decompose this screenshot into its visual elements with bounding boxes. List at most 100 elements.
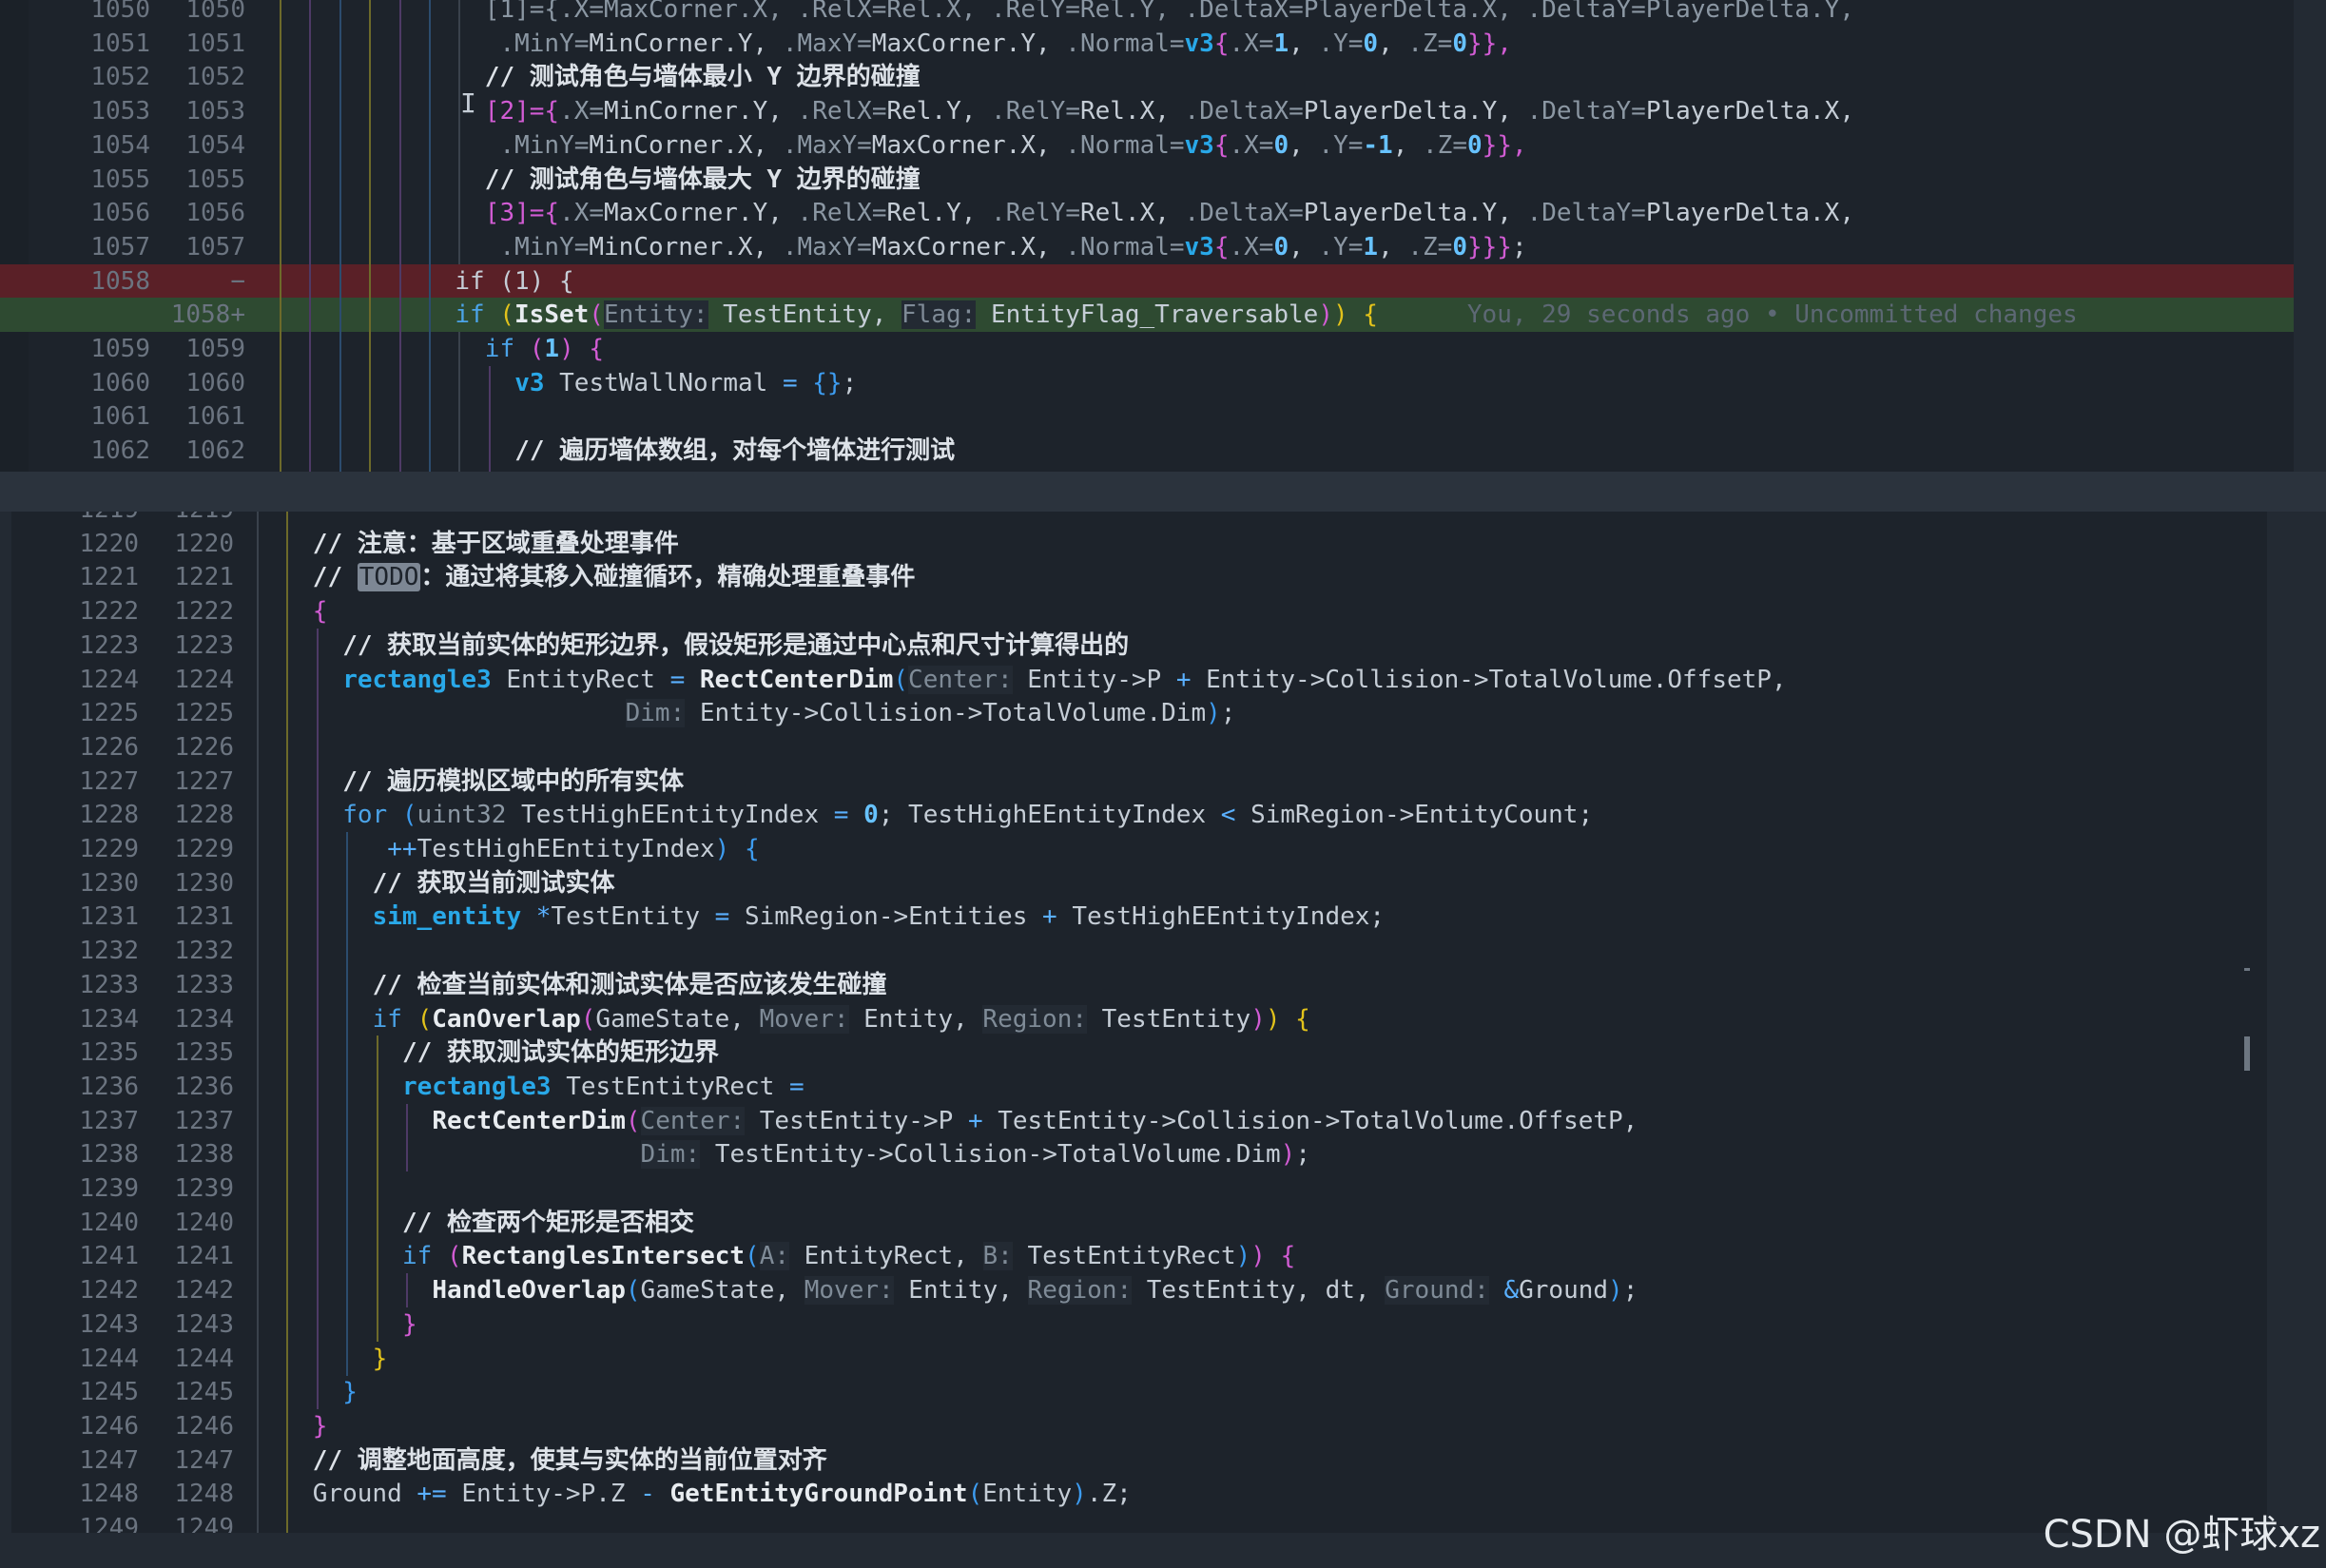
code-line[interactable]: 1062 1062 // 遍历墙体数组，对每个墙体进行测试 [0, 434, 2294, 469]
code-line[interactable]: 1223 1223 // 获取当前实体的矩形边界，假设矩形是通过中心点和尺寸计算得出… [11, 628, 2267, 663]
code-line[interactable]: 1225 1225 Dim: Entity->Collision->TotalVo… [11, 696, 2267, 731]
code-text[interactable]: { [313, 594, 328, 629]
code-line[interactable]: 1243 1243} [11, 1307, 2267, 1342]
code-text[interactable]: } [342, 1375, 358, 1409]
indent-guide [398, 26, 401, 61]
code-text[interactable]: if (IsSet(Entity: TestEntity, Flag: Enti… [455, 298, 2078, 332]
code-text[interactable]: rectangle3 TestEntityRect = [402, 1070, 804, 1104]
code-text[interactable]: // 遍历模拟区域中的所有实体 [342, 765, 684, 799]
code-text[interactable]: } [402, 1307, 417, 1342]
code-text[interactable]: Ground += Entity->P.Z - GetEntityGroundP… [313, 1477, 1132, 1511]
code-text[interactable]: rectangle3 EntityRect = RectCenterDim(Ce… [342, 663, 1787, 697]
code-line[interactable]: 1052 1052 // 测试角色与墙体最小 Y 边界的碰撞 [0, 60, 2294, 95]
code-text[interactable]: } [313, 1409, 328, 1443]
code-line[interactable]: 1230 1230 // 获取当前测试实体 [11, 865, 2267, 900]
code-line[interactable]: 1229 1229 ++TestHighEEntityIndex) { [11, 832, 2267, 866]
code-text[interactable]: // 注意：基于区域重叠处理事件 [313, 527, 679, 561]
bottom-diff-pane[interactable]: 1219121912201220// 注意：基于区域重叠处理事件12211221… [11, 512, 2267, 1533]
code-line[interactable]: 1238 1238 Dim: TestEntity->Collision->Tot… [11, 1137, 2267, 1172]
code-token: Entity->Collision->TotalVolume.OffsetP, [1191, 665, 1787, 694]
code-text[interactable]: Dim: Entity->Collision->TotalVolume.Dim)… [342, 696, 1235, 730]
code-line[interactable]: 1248 1248 Ground += Entity->P.Z - GetEntit… [11, 1477, 2267, 1512]
code-text[interactable]: // 调整地面高度，使其与实体的当前位置对齐 [313, 1443, 827, 1478]
code-text[interactable]: if (1) { [485, 332, 604, 366]
code-text[interactable]: sim_entity *TestEntity = SimRegion->Enti… [373, 900, 1385, 934]
code-text[interactable]: // 检查两个矩形是否相交 [402, 1206, 694, 1240]
code-line[interactable]: 1247 1247 // 调整地面高度，使其与实体的当前位置对齐 [11, 1442, 2267, 1478]
added-line[interactable]: 1058+ if (IsSet(Entity: TestEntity, Flag:… [0, 298, 2294, 333]
code-token: ( [967, 1480, 983, 1509]
code-text[interactable]: // 遍历墙体数组，对每个墙体进行测试 [514, 434, 955, 468]
code-line[interactable]: 1242 1242 HandleOverlap(GameState, Mover: … [11, 1273, 2267, 1308]
code-line[interactable]: 1057 1057 .MinY=MinCorner.X, .MaxY=MaxCor… [0, 229, 2294, 264]
code-text[interactable]: if (RectanglesIntersect(A: EntityRect, B… [402, 1239, 1295, 1273]
code-line[interactable]: 1246 1246} [11, 1408, 2267, 1443]
code-line[interactable]: 1227 1227 // 遍历模拟区域中的所有实体 [11, 764, 2267, 799]
new-line-number: 1219 [158, 512, 234, 527]
code-text[interactable]: for (uint32 TestHighEEntityIndex = 0; Te… [342, 798, 1593, 832]
code-line[interactable]: 1056 1056 [3]={.X=MaxCorner.Y, .RelX=Rel.Y… [0, 196, 2294, 231]
diff-pane-separator[interactable] [0, 472, 2326, 512]
code-text[interactable]: // 测试角色与墙体最小 Y 边界的碰撞 [485, 60, 921, 94]
code-line[interactable]: 1233 1233 // 检查当前实体和测试实体是否应该发生碰撞 [11, 967, 2267, 1002]
code-token: .MaxY= [782, 29, 872, 58]
code-line[interactable]: 1232 1232 [11, 934, 2267, 969]
code-text[interactable]: // TODO：通过将其移入碰撞循环，精确处理重叠事件 [313, 560, 915, 594]
code-text[interactable]: RectCenterDim(Center: TestEntity->P + Te… [432, 1104, 1638, 1138]
code-line[interactable]: 1221 1221 // TODO：通过将其移入碰撞循环，精确处理重叠事件 [11, 560, 2267, 595]
code-line[interactable]: 1219 1219 [11, 512, 2267, 527]
code-text[interactable]: [3]={.X=MaxCorner.Y, .RelX=Rel.Y, .RelY=… [485, 196, 1854, 230]
code-text[interactable]: HandleOverlap(GameState, Mover: Entity, … [432, 1273, 1638, 1307]
code-token: }, [1497, 130, 1527, 160]
new-line-number: 1233 [174, 970, 234, 999]
code-line[interactable]: 1239 1239 [11, 1171, 2267, 1206]
scrollbar-thumb[interactable] [2244, 1036, 2250, 1071]
code-line[interactable]: 1220 1220 // 注意：基于区域重叠处理事件 [11, 526, 2267, 561]
code-text[interactable]: if (CanOverlap(GameState, Mover: Entity,… [373, 1002, 1310, 1036]
code-line[interactable]: 1051 1051 .MinY=MinCorner.Y, .MaxY=MaxCor… [0, 26, 2294, 61]
code-token: Entity [982, 1480, 1073, 1509]
code-text[interactable]: if (1) { [455, 264, 573, 299]
code-text[interactable]: .MinY=MinCorner.Y, .MaxY=MaxCorner.Y, .N… [485, 27, 1512, 61]
code-text[interactable]: // 获取测试实体的矩形边界 [402, 1036, 719, 1070]
code-line[interactable]: 1054 1054 .MinY=MinCorner.X, .MaxY=MaxCor… [0, 127, 2294, 163]
code-text[interactable]: Dim: TestEntity->Collision->TotalVolume.… [432, 1137, 1310, 1171]
code-line[interactable]: 1050 1050 [1]={.X=MaxCorner.X, .RelX=Rel.X… [0, 0, 2294, 27]
code-line[interactable]: 1231 1231 sim_entity *TestEntity = SimRegi… [11, 900, 2267, 935]
code-line[interactable]: 1060 1060 v3 TestWallNormal = {}; [0, 365, 2294, 400]
code-token: ( [625, 1106, 641, 1135]
deleted-line[interactable]: 1058 − if (1) { [0, 263, 2294, 299]
code-line[interactable]: 1228 1228 for (uint32 TestHighEEntityIndex… [11, 798, 2267, 833]
code-text[interactable]: [2]={.X=MinCorner.Y, .RelX=Rel.Y, .RelY=… [485, 94, 1854, 128]
code-line[interactable]: 1234 1234 if (CanOverlap(GameState, Mover:… [11, 1001, 2267, 1036]
top-diff-pane[interactable]: ↶ + I 10501050[1]={.X=MaxCorner.X, .RelX… [0, 0, 2294, 472]
code-line[interactable]: 1241 1241 if (RectanglesIntersect(A: Entit… [11, 1239, 2267, 1274]
code-token: < [1220, 801, 1236, 830]
code-line[interactable]: 1224 1224 rectangle3 EntityRect = RectCent… [11, 662, 2267, 697]
code-text[interactable]: } [373, 1342, 388, 1376]
code-token: Entity, [893, 1276, 1028, 1306]
code-text[interactable]: // 检查当前实体和测试实体是否应该发生碰撞 [373, 968, 887, 1002]
code-line[interactable]: 1249 1249 [11, 1511, 2267, 1533]
code-text[interactable]: [1]={.X=MaxCorner.X, .RelX=Rel.X, .RelY=… [485, 0, 1854, 27]
code-text[interactable]: // 获取当前实体的矩形边界，假设矩形是通过中心点和尺寸计算得出的 [342, 629, 1129, 663]
code-line[interactable]: 1226 1226 [11, 729, 2267, 765]
code-text[interactable]: ++TestHighEEntityIndex) { [373, 832, 759, 866]
code-text[interactable]: // 获取当前测试实体 [373, 866, 615, 900]
code-line[interactable]: 1240 1240 // 检查两个矩形是否相交 [11, 1205, 2267, 1240]
code-text[interactable]: .MinY=MinCorner.X, .MaxY=MaxCorner.X, .N… [485, 128, 1527, 163]
indent-guide [316, 1069, 319, 1104]
code-text[interactable]: v3 TestWallNormal = {}; [514, 366, 857, 400]
code-line[interactable]: 1235 1235 // 获取测试实体的矩形边界 [11, 1036, 2267, 1071]
code-line[interactable]: 1059 1059 if (1) { [0, 332, 2294, 366]
code-line[interactable]: 1055 1055 // 测试角色与墙体最大 Y 边界的碰撞 [0, 162, 2294, 197]
code-line[interactable]: 1053 1053 [2]={.X=MinCorner.Y, .RelX=Rel.Y… [0, 94, 2294, 129]
code-line[interactable]: 1245 1245} [11, 1375, 2267, 1410]
code-line[interactable]: 1236 1236 rectangle3 TestEntityRect = [11, 1069, 2267, 1104]
code-line[interactable]: 1061 1061 [0, 399, 2294, 435]
code-text[interactable]: // 测试角色与墙体最大 Y 边界的碰撞 [485, 163, 921, 197]
code-line[interactable]: 1244 1244} [11, 1341, 2267, 1376]
code-line[interactable]: 1237 1237 RectCenterDim(Center: TestEntity… [11, 1103, 2267, 1138]
code-text[interactable]: .MinY=MinCorner.X, .MaxY=MaxCorner.X, .N… [485, 230, 1526, 264]
code-line[interactable]: 1222 1222 { [11, 594, 2267, 629]
